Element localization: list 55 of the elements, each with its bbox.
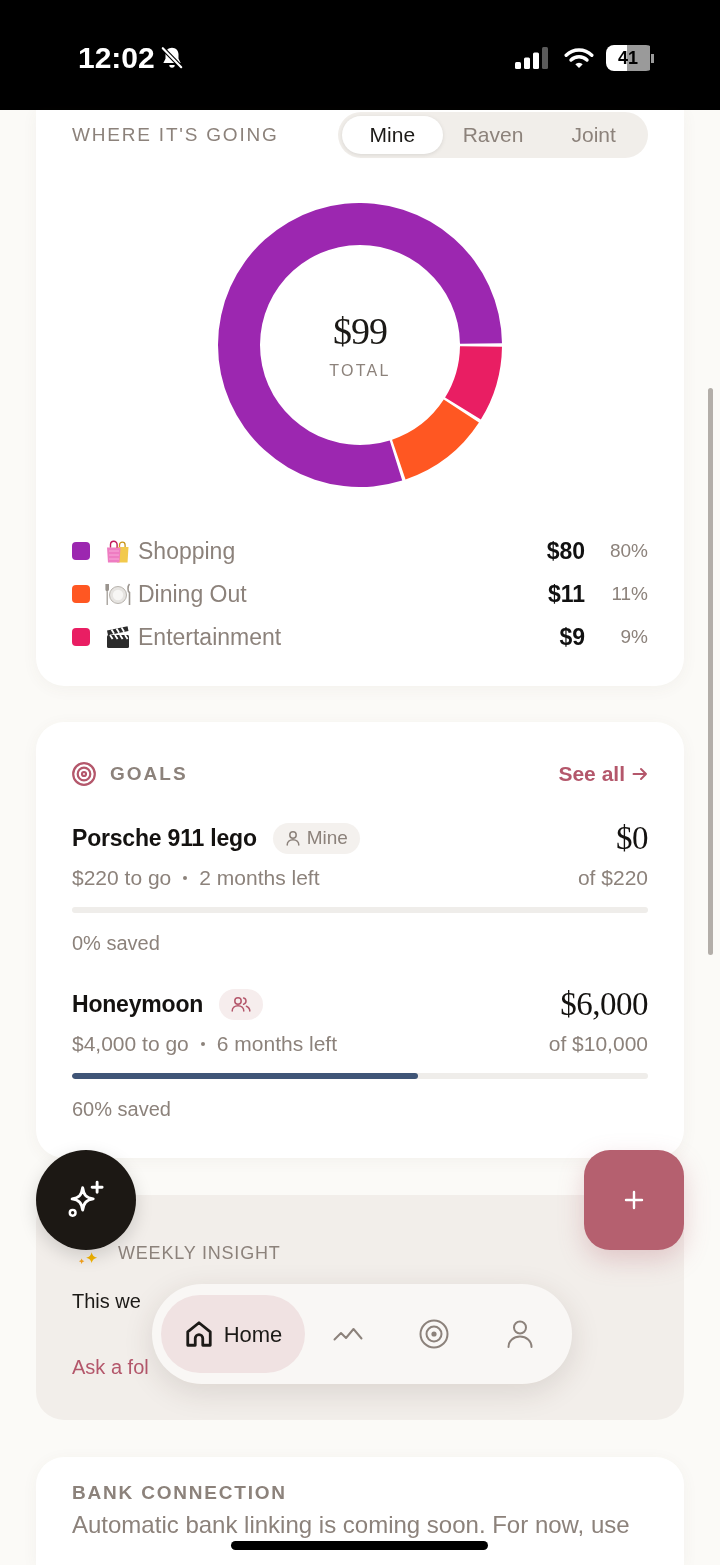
total-label: TOTAL	[329, 361, 391, 381]
add-button[interactable]	[584, 1150, 684, 1250]
wifi-icon	[564, 47, 594, 69]
goal-saved-amount: $0	[616, 820, 648, 856]
total-amount: $99	[333, 309, 387, 353]
category-percent: 80%	[608, 538, 648, 563]
person-icon	[507, 1320, 533, 1348]
clapperboard-icon	[105, 623, 131, 650]
category-label: Dining Out	[138, 579, 247, 608]
progress-label: 60% saved	[72, 1097, 171, 1122]
bank-info-text: Automatic bank linking is coming soon. For now, use	[72, 1512, 630, 1538]
goal-remaining: $220 to go	[72, 865, 172, 891]
see-all-link[interactable]: See all	[558, 761, 648, 787]
separator-dot-icon	[183, 876, 188, 880]
progress-label: 0% saved	[72, 931, 160, 956]
home-icon	[183, 1319, 214, 1349]
category-label: Entertainment	[138, 622, 282, 651]
goal-remaining: $4,000 to go	[72, 1031, 189, 1057]
status-time: 12:02	[78, 40, 155, 76]
insight-text: This we	[72, 1289, 141, 1314]
arrow-right-icon	[632, 766, 648, 782]
goal-saved-amount: $6,000	[560, 986, 648, 1022]
category-percent: 11%	[610, 581, 648, 606]
ask-link[interactable]: Ask a fol	[72, 1352, 149, 1382]
section-title: BANK CONNECTION	[72, 1482, 287, 1504]
goal-name: Porsche 911 lego	[72, 824, 257, 853]
section-title: GOALS	[110, 762, 188, 786]
sparkle-icon	[66, 1180, 106, 1220]
section-title: WEEKLY INSIGHT	[118, 1242, 281, 1264]
sparkles-icon	[78, 1252, 98, 1266]
section-title: WHERE IT'S GOING	[72, 124, 279, 146]
category-label: Shopping	[138, 536, 236, 565]
category-amount: $9	[559, 622, 585, 651]
target-icon	[419, 1319, 449, 1349]
goal-target: of $220	[577, 865, 648, 891]
goal-target: of $10,000	[548, 1031, 648, 1057]
nav-tab[interactable]: Home	[161, 1295, 305, 1373]
goal-time-left: 2 months left	[199, 865, 320, 891]
trend-line-icon	[333, 1327, 363, 1341]
plus-icon	[624, 1190, 644, 1210]
segment-tab[interactable]: Raven	[442, 116, 544, 154]
category-amount: $11	[547, 579, 585, 608]
category-percent: 9%	[619, 624, 648, 649]
segment-tab[interactable]: Mine	[342, 116, 443, 154]
target-icon	[72, 762, 96, 786]
category-amount: $80	[546, 536, 585, 565]
owner-label: Mine	[306, 827, 348, 849]
goal-name: Honeymoon	[72, 990, 204, 1019]
goal-time-left: 6 months left	[216, 1031, 337, 1057]
signal-bars-icon	[515, 47, 548, 69]
person-icon	[284, 830, 301, 846]
segment-tab[interactable]: Joint	[543, 116, 644, 154]
people-icon	[231, 996, 252, 1012]
bell-slash-icon	[158, 45, 185, 71]
separator-dot-icon	[200, 1042, 205, 1046]
